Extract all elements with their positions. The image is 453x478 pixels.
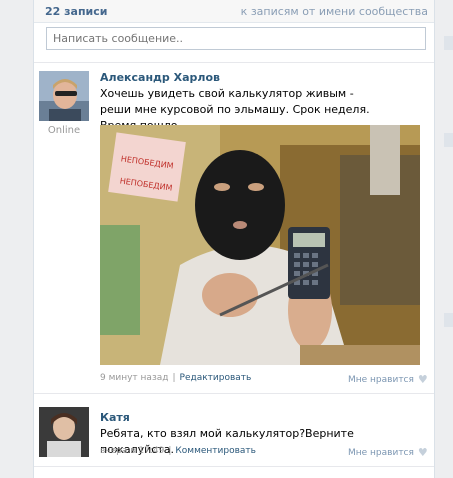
online-status: Online [47, 125, 81, 136]
post-author[interactable]: Катя [100, 411, 130, 424]
like-button[interactable]: Мне нравится ♥ [348, 446, 428, 459]
side-marker [444, 36, 453, 50]
wall-header: 22 записи к записям от имени сообщества [34, 0, 434, 23]
like-label: Мне нравится [348, 374, 414, 385]
post-divider [34, 393, 434, 394]
meta-separator: | [168, 446, 172, 456]
heart-icon: ♥ [417, 373, 428, 386]
post-time[interactable]: 9 минут назад [100, 373, 168, 383]
side-marker [444, 133, 453, 147]
meta-separator: | [172, 373, 176, 383]
edit-link[interactable]: Редактировать [180, 373, 252, 383]
message-input[interactable] [46, 27, 426, 50]
wall-post: Online Александр Харлов Хочешь увидеть с… [34, 63, 434, 403]
post-meta: вчера в 17:49 | Комментировать [100, 446, 256, 456]
wall-post: Катя Ребята, кто взял мой калькулятор?Ве… [34, 403, 434, 473]
compose-box [34, 23, 434, 63]
post-count[interactable]: 22 записи [45, 5, 108, 18]
like-button[interactable]: Мне нравится ♥ [348, 373, 428, 386]
wall: 22 записи к записям от имени сообщества … [33, 0, 435, 478]
post-divider [34, 466, 434, 467]
community-posts-link[interactable]: к записям от имени сообщества [241, 5, 428, 18]
side-marker [444, 313, 453, 327]
post-photo[interactable]: НЕПОБЕДИМ НЕПОБЕДИМ [100, 125, 420, 365]
avatar[interactable] [39, 407, 89, 457]
avatar[interactable] [39, 71, 89, 121]
post-author[interactable]: Александр Харлов [100, 71, 220, 84]
post-time[interactable]: вчера в 17:49 [100, 446, 164, 456]
like-label: Мне нравится [348, 447, 414, 458]
post-meta: 9 минут назад | Редактировать [100, 373, 251, 383]
heart-icon: ♥ [417, 446, 428, 459]
comment-link[interactable]: Комментировать [175, 446, 256, 456]
